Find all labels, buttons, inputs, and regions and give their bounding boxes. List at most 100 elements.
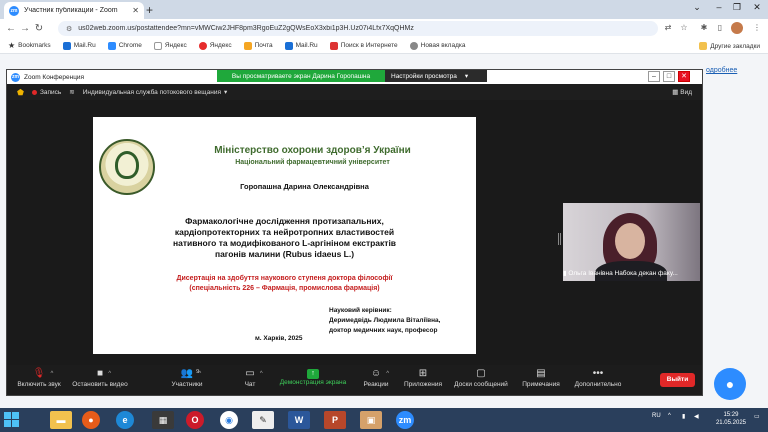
back-icon[interactable]: ← [4,23,18,34]
word-icon[interactable]: W [288,411,310,429]
bookmark-item[interactable]: Новая вкладка [409,41,465,50]
network-icon[interactable]: ▮ [682,413,685,420]
view-options-button[interactable]: Настройки просмотра ▾ [385,70,487,82]
live-stream-icon[interactable]: ≋ [69,88,74,96]
file-explorer-icon[interactable]: ▬ [50,411,72,429]
translate-icon[interactable]: ⇄ [661,21,675,35]
view-button[interactable]: ▦ Вид [672,88,692,96]
whiteboard-icon: ▢ [476,368,486,379]
side-panel-icon[interactable]: ▯ [713,21,727,35]
slide-ministry: Міністерство охорони здоров’я України [214,145,411,156]
zoom-close-icon[interactable]: ✕ [678,71,690,82]
slide-supervisor-name: Деримедвідь Людмила Віталіївна, [329,317,441,324]
notifications-icon[interactable]: ▭ [754,413,760,420]
chat-bubble-icon[interactable]: ● [714,368,746,400]
zoom-app-icon: zm [11,72,20,82]
mailru-icon [284,41,293,50]
browser-tab-bar: zm Участник публикации - Zoom ✕ + ⌄ – ❐ … [0,0,768,19]
participants-button[interactable]: 👥 9 ^ Участники [167,367,207,393]
bookmark-star-icon[interactable]: ☆ [677,21,691,35]
zoom-minimize-icon[interactable]: – [648,71,660,82]
more-button[interactable]: ••• Дополнительно [573,367,623,393]
video-camera-icon: ■ ^ [96,368,112,379]
bookmark-item[interactable]: Mail.Ru [62,41,96,50]
site-info-icon[interactable]: ⚙ [66,25,72,33]
mail-icon [243,41,252,50]
streaming-service-dropdown[interactable]: Индивидуальная служба потокового вещания… [83,88,228,97]
bookmark-item[interactable]: ★ Bookmarks [8,41,51,50]
media-icon[interactable]: ▦ [152,411,174,429]
folder-icon [699,42,708,50]
windows-taskbar: ▬ ● e ▦ O ◉ ✎ W P ▣ zm RU ^ ▮ ◀ 15:29 21… [0,408,768,432]
apps-button[interactable]: ⊞ Приложения [403,367,443,393]
share-screen-button[interactable]: ↑ Демонстрация экрана [277,367,349,393]
mailru-icon [62,41,71,50]
chrome-icon[interactable]: ◉ [220,411,238,429]
slide-title-line: нативного та модифікованого L-аргініном … [172,238,397,248]
splitter-handle[interactable] [558,233,561,245]
slide-university: Національний фармацевтичний університет [235,159,390,166]
address-bar[interactable]: ⚙ us02web.zoom.us/postattendee?mn=vMWCiw… [58,21,658,36]
grid-icon: ▦ [672,89,679,96]
bookmark-item[interactable]: Яндекс [153,41,187,50]
slide-supervisor-title: доктор медичних наук, професор [329,327,438,334]
opera-icon[interactable]: O [186,411,204,429]
bookmark-item[interactable]: Почта [243,41,273,50]
close-window-icon[interactable]: ✕ [748,2,766,13]
leave-button[interactable]: Выйти [660,373,695,387]
bookmark-item[interactable]: Mail.Ru [284,41,318,50]
slide-title-line: кардіопротекторних та нейротропних власт… [174,227,395,237]
paint-icon[interactable]: ✎ [252,411,274,429]
speaker-icon[interactable]: ◀ [694,413,699,420]
close-tab-icon[interactable]: ✕ [132,6,139,15]
chrome-icon [107,41,116,50]
reload-icon[interactable]: ↻ [32,23,46,34]
forward-icon[interactable]: → [18,23,32,34]
windows-start-icon[interactable] [4,412,20,428]
slide-degree-line: Дисертація на здобуття наукового ступеня… [176,275,393,282]
unmute-button[interactable]: 🎙 ^ Включить звук [17,367,61,393]
chat-button[interactable]: ▭ ^ Чат [235,367,265,393]
slide-author: Горопашна Дарина Олександрівна [240,182,369,191]
profile-avatar[interactable] [731,22,743,34]
slide-degree-line: (спеціальність 226 – Фармація, промислов… [189,285,380,292]
participant-name-label: ▮ Ольга Іванівна Набока декан факу... [563,270,678,277]
whiteboards-button[interactable]: ▢ Доски сообщений [451,367,511,393]
slide-title-line: пагонів малини (Rubus idaeus L.) [214,249,355,259]
tray-chevron-icon[interactable]: ^ [668,413,671,419]
recording-indicator[interactable]: Запись [31,89,61,96]
powerpoint-icon[interactable]: P [324,411,346,429]
firefox-icon[interactable]: ● [82,411,100,429]
microphone-muted-icon: 🎙 ^ [32,368,54,379]
archive-icon[interactable]: ▣ [360,411,382,429]
zoom-window: zm Zoom Конференция – □ ✕ Вы просматрива… [6,69,703,396]
bookmark-item[interactable]: Chrome [107,41,142,50]
extensions-icon[interactable]: ✱ [697,21,711,35]
slide-place-year: м. Харків, 2025 [255,335,303,342]
security-shield-icon[interactable]: ⬟ [17,88,24,97]
more-dots-icon: ••• [592,368,604,379]
notes-button[interactable]: ▤ Примечания [519,367,563,393]
menu-icon[interactable]: ⋮ [750,21,764,35]
reactions-button[interactable]: ☺ ^ Реакции [359,367,393,393]
minimize-icon[interactable]: – [710,2,728,12]
address-url: us02web.zoom.us/postattendee?mn=vMWCiw2J… [78,25,414,32]
tab-search-icon[interactable]: ⌄ [688,2,706,13]
zoom-favicon-icon: zm [9,5,19,16]
other-bookmarks[interactable]: Другие закладки [699,42,760,50]
new-tab-button[interactable]: + [146,3,153,17]
maximize-icon[interactable]: ❐ [728,2,746,13]
details-link[interactable]: одробнее [706,67,737,74]
browser-tab[interactable]: zm Участник публикации - Zoom ✕ [4,2,144,19]
zoom-taskbar-icon[interactable]: zm [396,411,414,429]
smile-icon: ☺ ^ [370,368,390,379]
language-indicator[interactable]: RU [652,413,661,419]
bookmark-item[interactable]: Яндекс [198,41,232,50]
stop-video-button[interactable]: ■ ^ Остановить видео [71,367,129,393]
record-dot-icon [31,89,37,95]
edge-icon[interactable]: e [116,411,134,429]
chevron-down-icon: ▾ [223,89,228,96]
taskbar-clock[interactable]: 15:29 21.05.2025 [716,411,746,427]
bookmark-item[interactable]: Поиск в Интернете [329,41,398,50]
zoom-maximize-icon[interactable]: □ [663,71,675,82]
